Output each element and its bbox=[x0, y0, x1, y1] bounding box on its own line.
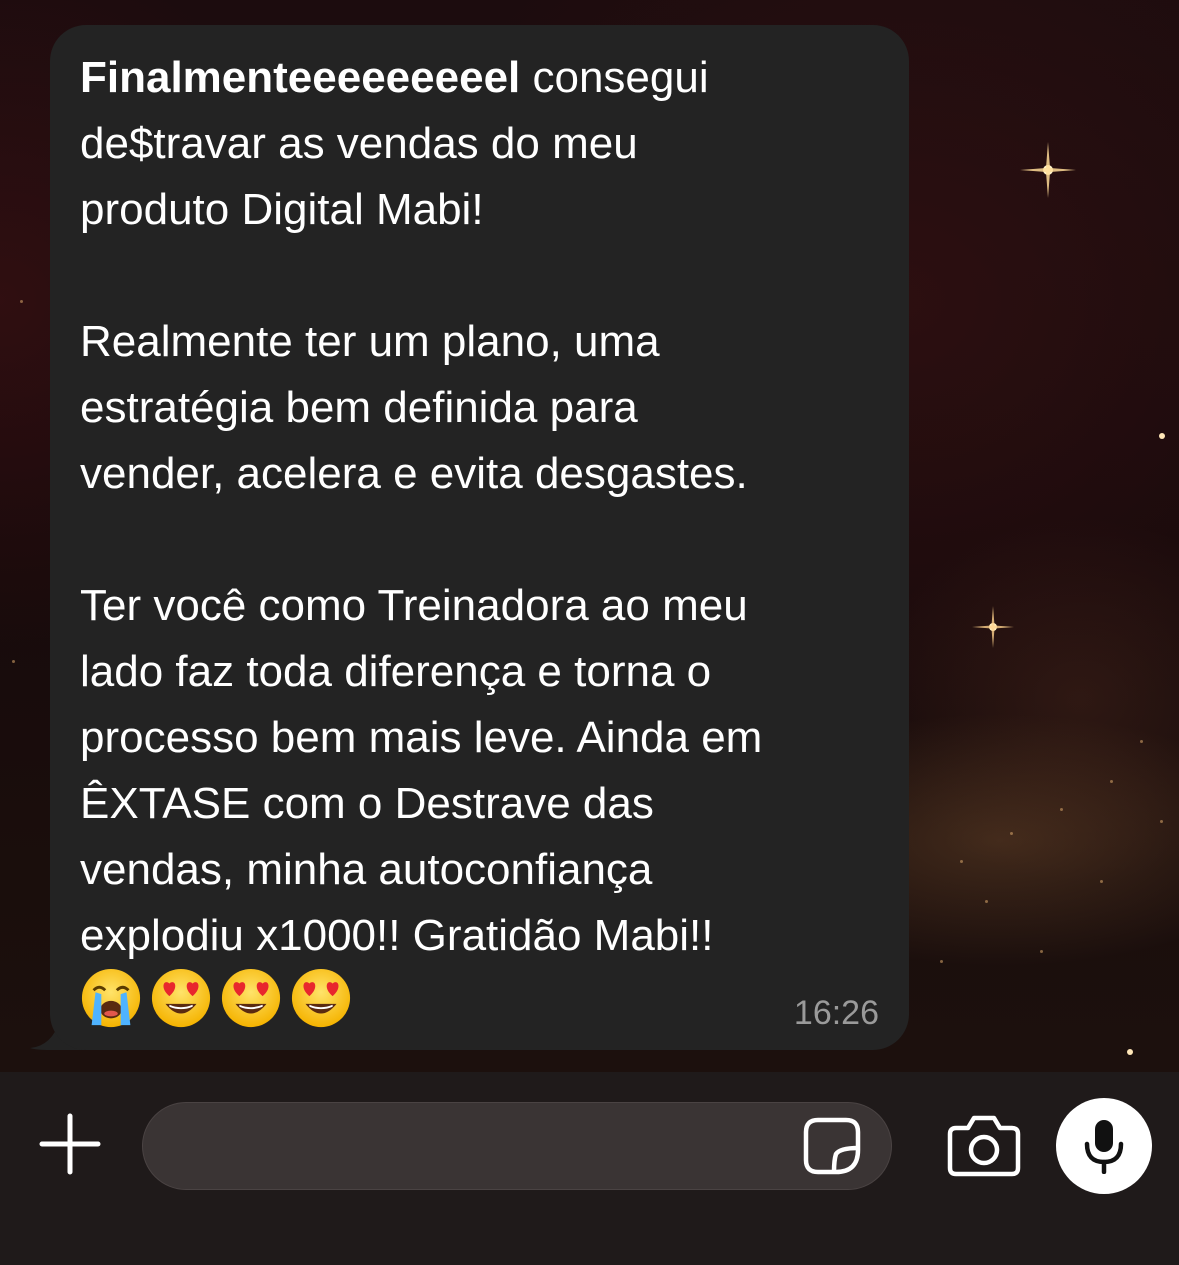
heart-eyes-emoji bbox=[151, 968, 211, 1028]
heart-eyes-emoji bbox=[221, 968, 281, 1028]
star-dust bbox=[985, 900, 988, 903]
star-dust bbox=[12, 660, 15, 663]
microphone-icon bbox=[1084, 1120, 1124, 1174]
message-body: consegui de$travar as vendas do meu prod… bbox=[80, 53, 763, 960]
star-sparkle bbox=[972, 606, 1014, 648]
microphone-button[interactable] bbox=[1056, 1098, 1152, 1194]
star-dust bbox=[1110, 780, 1113, 783]
camera-icon[interactable] bbox=[946, 1112, 1022, 1178]
star-dust bbox=[960, 860, 963, 863]
emoji-row bbox=[80, 967, 352, 1029]
star-sparkle bbox=[1127, 1049, 1133, 1055]
star-dust bbox=[1040, 950, 1043, 953]
crying-face-emoji bbox=[81, 968, 141, 1028]
star-dust bbox=[1010, 832, 1013, 835]
star-dust bbox=[1140, 740, 1143, 743]
heart-eyes-emoji bbox=[291, 968, 351, 1028]
message-bubble[interactable]: Finalmenteeeeeeeeel consegui de$travar a… bbox=[50, 25, 909, 1050]
star-dust bbox=[1160, 820, 1163, 823]
star-sparkle bbox=[1020, 142, 1076, 198]
star-sparkle bbox=[1159, 433, 1165, 439]
message-text: Finalmenteeeeeeeeel consegui de$travar a… bbox=[80, 45, 900, 969]
message-timestamp: 16:26 bbox=[793, 994, 879, 1032]
star-dust bbox=[20, 300, 23, 303]
star-dust bbox=[1060, 808, 1063, 811]
message-input[interactable] bbox=[142, 1102, 892, 1190]
sticker-icon[interactable] bbox=[800, 1114, 864, 1178]
composer-bar bbox=[0, 1072, 1179, 1265]
star-dust bbox=[1100, 880, 1103, 883]
star-dust bbox=[940, 960, 943, 963]
plus-icon[interactable] bbox=[38, 1112, 102, 1176]
message-bold-lead: Finalmenteeeeeeeeel bbox=[80, 53, 521, 102]
chat-background: Finalmenteeeeeeeeel consegui de$travar a… bbox=[0, 0, 1179, 1072]
